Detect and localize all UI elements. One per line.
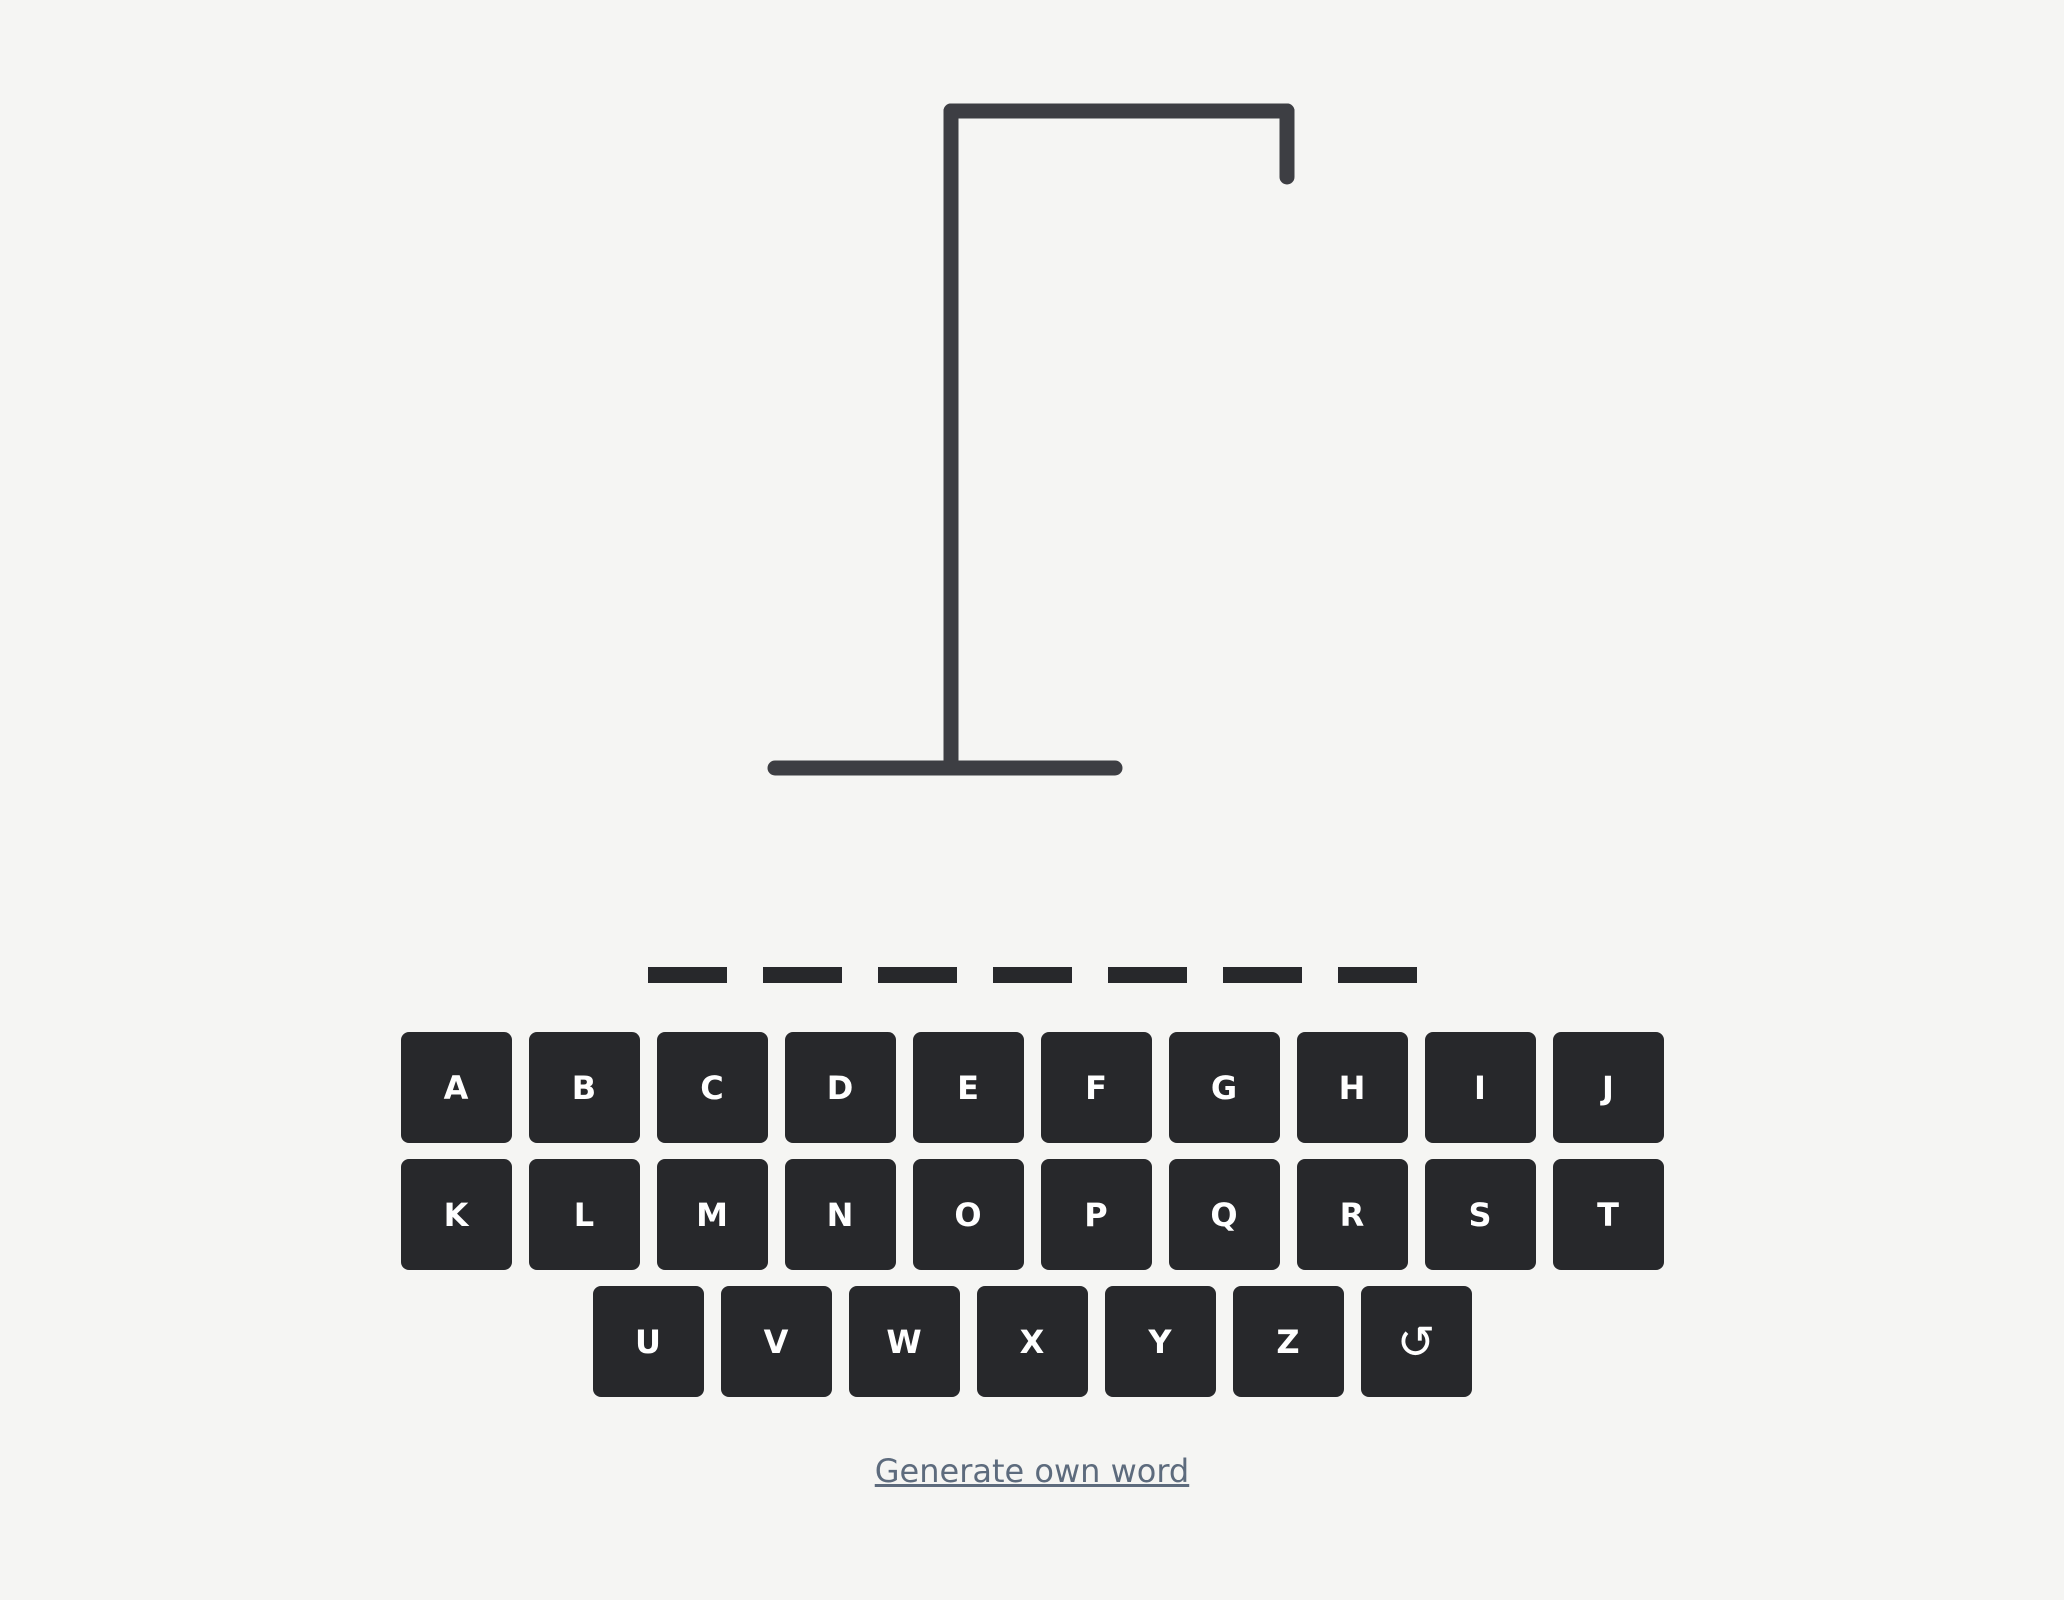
letter-key-q[interactable]: Q — [1168, 1159, 1280, 1270]
letter-key-v[interactable]: V — [720, 1286, 832, 1397]
letter-key-x[interactable]: X — [976, 1286, 1088, 1397]
letter-keyboard: A B C D E F G H I J K L M N O P Q R S T U V W X Y Z ↺ — [0, 1032, 2064, 1413]
letter-key-b[interactable]: B — [528, 1032, 640, 1143]
letter-slot — [877, 967, 957, 983]
letter-key-g[interactable]: G — [1168, 1032, 1280, 1143]
letter-key-d[interactable]: D — [784, 1032, 896, 1143]
letter-key-j[interactable]: J — [1552, 1032, 1664, 1143]
letter-key-r[interactable]: R — [1296, 1159, 1408, 1270]
letter-key-a[interactable]: A — [400, 1032, 512, 1143]
keyboard-row: U V W X Y Z ↺ — [0, 1286, 2064, 1397]
letter-key-p[interactable]: P — [1040, 1159, 1152, 1270]
letter-slot — [992, 967, 1072, 983]
letter-slot — [1222, 967, 1302, 983]
letter-key-i[interactable]: I — [1424, 1032, 1536, 1143]
letter-key-y[interactable]: Y — [1104, 1286, 1216, 1397]
word-slots — [0, 967, 2064, 983]
letter-key-h[interactable]: H — [1296, 1032, 1408, 1143]
reset-button[interactable]: ↺ — [1360, 1286, 1472, 1397]
letter-slot — [1107, 967, 1187, 983]
letter-key-n[interactable]: N — [784, 1159, 896, 1270]
letter-key-u[interactable]: U — [592, 1286, 704, 1397]
gallows-drawing — [767, 103, 1295, 776]
letter-slot — [1337, 967, 1417, 983]
letter-key-o[interactable]: O — [912, 1159, 1024, 1270]
generate-own-word-link[interactable]: Generate own word — [0, 1452, 2064, 1490]
letter-key-w[interactable]: W — [848, 1286, 960, 1397]
letter-key-c[interactable]: C — [656, 1032, 768, 1143]
letter-key-f[interactable]: F — [1040, 1032, 1152, 1143]
letter-key-t[interactable]: T — [1552, 1159, 1664, 1270]
letter-key-m[interactable]: M — [656, 1159, 768, 1270]
letter-key-s[interactable]: S — [1424, 1159, 1536, 1270]
letter-key-e[interactable]: E — [912, 1032, 1024, 1143]
keyboard-row: ABCDEFGHIJ — [0, 1032, 2064, 1143]
letter-slot — [647, 967, 727, 983]
letter-key-z[interactable]: Z — [1232, 1286, 1344, 1397]
letter-slot — [762, 967, 842, 983]
letter-key-k[interactable]: K — [400, 1159, 512, 1270]
keyboard-row: KLMNOPQRST — [0, 1159, 2064, 1270]
letter-key-l[interactable]: L — [528, 1159, 640, 1270]
